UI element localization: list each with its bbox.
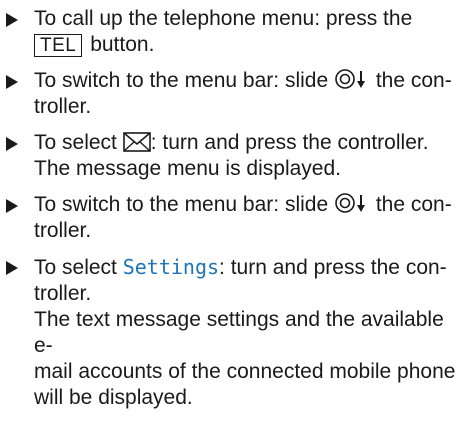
step-text: To switch to the menu bar: slide [34,69,329,92]
controller-slide-down-icon [334,68,370,90]
step-select-message: To select : turn and press the controlle… [0,130,466,182]
tel-key-label: TEL [34,34,83,57]
step-arrow-icon [6,199,18,213]
step-text: the con- [375,193,452,216]
step-arrow-icon [6,75,18,89]
step-text: the con- [375,69,452,92]
step-switch-menu-bar: To switch to the menu bar: slide the con… [0,68,466,120]
step-text: troller. [34,282,92,305]
envelope-icon [122,132,151,152]
step-switch-menu-bar: To switch to the menu bar: slide the con… [0,192,466,244]
step-arrow-icon [6,137,18,151]
step-text: To call up the telephone menu: press the [34,7,413,30]
step-text: To select [34,131,117,154]
step-text: button. [90,33,155,56]
step-text: troller. [34,95,92,118]
settings-menu-item-label: Settings [122,255,220,279]
step-arrow-icon [6,13,18,27]
step-result-line: mail accounts of the connected mobile ph… [34,360,456,383]
controller-slide-down-icon [334,192,370,214]
step-text: troller. [34,219,92,242]
step-call-telephone-menu: To call up the telephone menu: press the… [0,6,466,58]
step-text: : turn and press the con- [219,256,447,279]
step-result-line: The text message settings and the availa… [34,308,444,357]
step-result: The message menu is displayed. [34,157,341,180]
step-text: : turn and press the controller. [150,131,429,154]
step-text: To switch to the menu bar: slide [34,193,329,216]
step-result-line: will be displayed. [34,386,193,409]
step-arrow-icon [6,261,18,275]
step-text: To select [34,256,117,279]
step-select-settings: To select Settings: turn and press the c… [0,254,466,411]
instruction-list: To call up the telephone menu: press the… [0,6,466,421]
